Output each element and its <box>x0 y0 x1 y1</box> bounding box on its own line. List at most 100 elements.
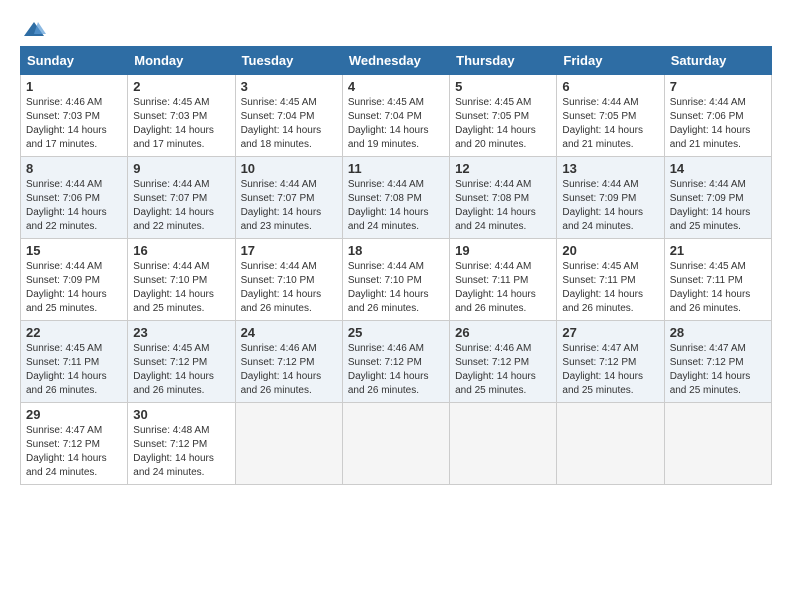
day-number: 6 <box>562 79 658 94</box>
sunset-text: Sunset: 7:08 PM <box>348 192 444 206</box>
day-number: 26 <box>455 325 551 340</box>
day-number: 10 <box>241 161 337 176</box>
day-info: Sunrise: 4:44 AMSunset: 7:10 PMDaylight:… <box>133 260 229 316</box>
daylight-text: and 24 minutes. <box>26 466 122 480</box>
day-number: 19 <box>455 243 551 258</box>
calendar-cell: 22 Sunrise: 4:45 AMSunset: 7:11 PMDayligh… <box>21 321 128 403</box>
col-header-sunday: Sunday <box>21 47 128 75</box>
day-info: Sunrise: 4:46 AMSunset: 7:12 PMDaylight:… <box>241 342 337 398</box>
daylight-text: Daylight: 14 hours <box>348 206 444 220</box>
sunrise-text: Sunrise: 4:47 AM <box>26 424 122 438</box>
daylight-text: and 25 minutes. <box>455 384 551 398</box>
day-info: Sunrise: 4:46 AMSunset: 7:03 PMDaylight:… <box>26 96 122 152</box>
daylight-text: Daylight: 14 hours <box>562 288 658 302</box>
sunrise-text: Sunrise: 4:44 AM <box>133 178 229 192</box>
day-number: 1 <box>26 79 122 94</box>
day-info: Sunrise: 4:47 AMSunset: 7:12 PMDaylight:… <box>670 342 766 398</box>
sunset-text: Sunset: 7:06 PM <box>26 192 122 206</box>
calendar-cell: 16Sunrise: 4:44 AMSunset: 7:10 PMDayligh… <box>128 239 235 321</box>
sunset-text: Sunset: 7:12 PM <box>562 356 658 370</box>
calendar-cell: 12Sunrise: 4:44 AMSunset: 7:08 PMDayligh… <box>450 157 557 239</box>
day-number: 23 <box>133 325 229 340</box>
day-number: 22 <box>26 325 122 340</box>
calendar-cell: 25Sunrise: 4:46 AMSunset: 7:12 PMDayligh… <box>342 321 449 403</box>
day-info: Sunrise: 4:45 AMSunset: 7:05 PMDaylight:… <box>455 96 551 152</box>
daylight-text: and 24 minutes. <box>562 220 658 234</box>
daylight-text: Daylight: 14 hours <box>241 370 337 384</box>
calendar-cell: 24Sunrise: 4:46 AMSunset: 7:12 PMDayligh… <box>235 321 342 403</box>
sunrise-text: Sunrise: 4:46 AM <box>241 342 337 356</box>
sunset-text: Sunset: 7:09 PM <box>26 274 122 288</box>
day-info: Sunrise: 4:47 AMSunset: 7:12 PMDaylight:… <box>26 424 122 480</box>
sunrise-text: Sunrise: 4:48 AM <box>133 424 229 438</box>
sunset-text: Sunset: 7:12 PM <box>455 356 551 370</box>
sunrise-text: Sunrise: 4:45 AM <box>133 342 229 356</box>
daylight-text: Daylight: 14 hours <box>133 288 229 302</box>
col-header-friday: Friday <box>557 47 664 75</box>
day-info: Sunrise: 4:44 AMSunset: 7:08 PMDaylight:… <box>348 178 444 234</box>
day-info: Sunrise: 4:46 AMSunset: 7:12 PMDaylight:… <box>455 342 551 398</box>
daylight-text: Daylight: 14 hours <box>26 124 122 138</box>
sunrise-text: Sunrise: 4:46 AM <box>26 96 122 110</box>
sunset-text: Sunset: 7:11 PM <box>562 274 658 288</box>
sunrise-text: Sunrise: 4:45 AM <box>26 342 122 356</box>
sunrise-text: Sunrise: 4:44 AM <box>562 178 658 192</box>
col-header-monday: Monday <box>128 47 235 75</box>
sunset-text: Sunset: 7:12 PM <box>670 356 766 370</box>
day-info: Sunrise: 4:44 AMSunset: 7:10 PMDaylight:… <box>348 260 444 316</box>
day-info: Sunrise: 4:44 AMSunset: 7:06 PMDaylight:… <box>26 178 122 234</box>
sunset-text: Sunset: 7:09 PM <box>562 192 658 206</box>
daylight-text: Daylight: 14 hours <box>348 124 444 138</box>
sunrise-text: Sunrise: 4:46 AM <box>348 342 444 356</box>
sunrise-text: Sunrise: 4:44 AM <box>26 260 122 274</box>
sunset-text: Sunset: 7:12 PM <box>133 438 229 452</box>
calendar-cell: 29Sunrise: 4:47 AMSunset: 7:12 PMDayligh… <box>21 403 128 485</box>
day-number: 18 <box>348 243 444 258</box>
sunrise-text: Sunrise: 4:44 AM <box>670 96 766 110</box>
calendar-cell: 20Sunrise: 4:45 AMSunset: 7:11 PMDayligh… <box>557 239 664 321</box>
daylight-text: Daylight: 14 hours <box>26 452 122 466</box>
sunrise-text: Sunrise: 4:44 AM <box>348 260 444 274</box>
calendar-cell: 21Sunrise: 4:45 AMSunset: 7:11 PMDayligh… <box>664 239 771 321</box>
sunset-text: Sunset: 7:11 PM <box>670 274 766 288</box>
daylight-text: and 22 minutes. <box>133 220 229 234</box>
daylight-text: and 26 minutes. <box>455 302 551 316</box>
daylight-text: and 17 minutes. <box>26 138 122 152</box>
day-number: 25 <box>348 325 444 340</box>
day-number: 14 <box>670 161 766 176</box>
daylight-text: and 23 minutes. <box>241 220 337 234</box>
day-number: 27 <box>562 325 658 340</box>
sunrise-text: Sunrise: 4:47 AM <box>670 342 766 356</box>
sunset-text: Sunset: 7:03 PM <box>133 110 229 124</box>
sunset-text: Sunset: 7:07 PM <box>133 192 229 206</box>
sunrise-text: Sunrise: 4:45 AM <box>133 96 229 110</box>
sunrise-text: Sunrise: 4:44 AM <box>133 260 229 274</box>
sunset-text: Sunset: 7:04 PM <box>348 110 444 124</box>
sunset-text: Sunset: 7:12 PM <box>241 356 337 370</box>
calendar-cell: 23 Sunrise: 4:45 AMSunset: 7:12 PMDayligh… <box>128 321 235 403</box>
calendar-cell: 13Sunrise: 4:44 AMSunset: 7:09 PMDayligh… <box>557 157 664 239</box>
day-info: Sunrise: 4:44 AMSunset: 7:07 PMDaylight:… <box>241 178 337 234</box>
daylight-text: Daylight: 14 hours <box>670 124 766 138</box>
calendar-header-row: SundayMondayTuesdayWednesdayThursdayFrid… <box>21 47 772 75</box>
daylight-text: and 26 minutes. <box>133 384 229 398</box>
day-info: Sunrise: 4:45 AMSunset: 7:12 PMDaylight:… <box>133 342 229 398</box>
daylight-text: Daylight: 14 hours <box>133 206 229 220</box>
daylight-text: Daylight: 14 hours <box>562 370 658 384</box>
day-info: Sunrise: 4:45 AMSunset: 7:11 PMDaylight:… <box>26 342 122 398</box>
daylight-text: and 25 minutes. <box>26 302 122 316</box>
sunset-text: Sunset: 7:05 PM <box>455 110 551 124</box>
day-number: 30 <box>133 407 229 422</box>
day-info: Sunrise: 4:48 AMSunset: 7:12 PMDaylight:… <box>133 424 229 480</box>
daylight-text: Daylight: 14 hours <box>670 288 766 302</box>
daylight-text: Daylight: 14 hours <box>455 370 551 384</box>
daylight-text: Daylight: 14 hours <box>562 124 658 138</box>
day-number: 4 <box>348 79 444 94</box>
calendar-cell: 28Sunrise: 4:47 AMSunset: 7:12 PMDayligh… <box>664 321 771 403</box>
daylight-text: Daylight: 14 hours <box>348 370 444 384</box>
day-number: 5 <box>455 79 551 94</box>
calendar-cell <box>235 403 342 485</box>
calendar-cell: 11Sunrise: 4:44 AMSunset: 7:08 PMDayligh… <box>342 157 449 239</box>
sunset-text: Sunset: 7:08 PM <box>455 192 551 206</box>
daylight-text: and 25 minutes. <box>133 302 229 316</box>
